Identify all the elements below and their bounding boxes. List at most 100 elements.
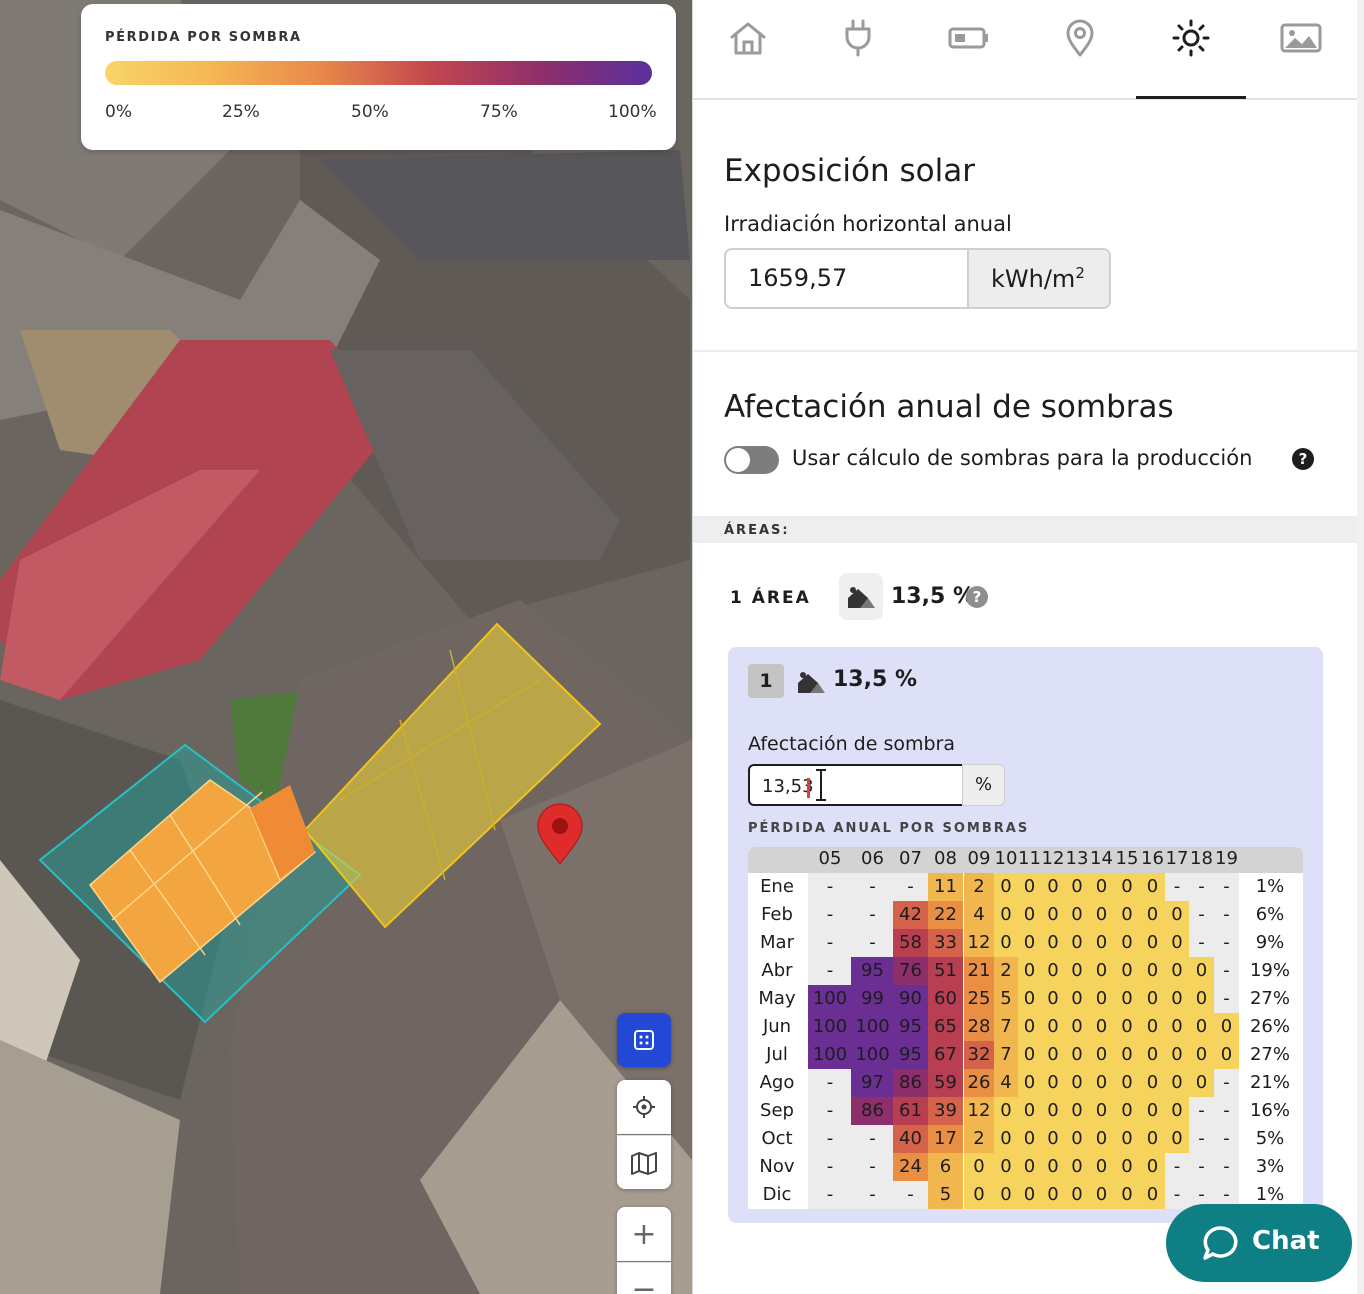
shade-value-cell: - bbox=[1165, 1153, 1189, 1181]
legend-title: PÉRDIDA POR SOMBRA bbox=[105, 30, 302, 45]
tab-image[interactable] bbox=[1246, 16, 1356, 60]
aerial-imagery bbox=[0, 0, 692, 1294]
tab-solar[interactable] bbox=[1136, 16, 1246, 60]
month-total: 26% bbox=[1249, 1016, 1290, 1037]
shade-value-cell: 0 bbox=[1018, 1041, 1041, 1069]
month-label: May bbox=[758, 988, 796, 1009]
shade-value-cell: - bbox=[893, 1181, 928, 1209]
shade-value-cell: - bbox=[1189, 929, 1214, 957]
shade-value-cell: 97 bbox=[851, 1069, 894, 1097]
shade-value-cell: 0 bbox=[1165, 1069, 1189, 1097]
chat-button[interactable]: Chat bbox=[1166, 1204, 1352, 1282]
shade-loss-legend: PÉRDIDA POR SOMBRA 0% 25% 50% 75% 100% bbox=[81, 4, 676, 150]
shade-value-cell: 100 bbox=[851, 1013, 894, 1041]
shade-value-cell: 17 bbox=[928, 1125, 963, 1153]
shade-value-cell: - bbox=[1165, 1181, 1189, 1209]
shade-value-cell: 0 bbox=[1065, 1013, 1089, 1041]
chat-label: Chat bbox=[1252, 1226, 1320, 1256]
help-icon[interactable]: ? bbox=[1292, 448, 1314, 470]
month-label: Abr bbox=[761, 960, 793, 981]
tab-location[interactable] bbox=[1025, 16, 1135, 60]
shade-value-cell: 0 bbox=[1165, 985, 1189, 1013]
location-pin-icon bbox=[1066, 19, 1094, 57]
shade-value-cell: 12 bbox=[964, 929, 994, 957]
shade-value-cell: 0 bbox=[1041, 929, 1065, 957]
shade-value-cell: 39 bbox=[928, 1097, 963, 1125]
month-total: 19% bbox=[1249, 960, 1290, 981]
shade-value-cell: 0 bbox=[1065, 1069, 1089, 1097]
shade-value-cell: 0 bbox=[1018, 985, 1041, 1013]
month-total: 21% bbox=[1249, 1072, 1290, 1093]
chat-bubble-icon bbox=[1203, 1226, 1238, 1260]
shade-value-cell: 6 bbox=[928, 1153, 963, 1181]
zoom-in-icon: + bbox=[631, 1216, 657, 1252]
month-total: 9% bbox=[1255, 932, 1285, 953]
shade-value-cell: 24 bbox=[893, 1153, 928, 1181]
shade-value-cell: 0 bbox=[1214, 1041, 1239, 1069]
shade-value-cell: 5 bbox=[928, 1181, 963, 1209]
shade-value-cell: 0 bbox=[1140, 985, 1165, 1013]
shade-value-cell: 11 bbox=[928, 873, 963, 901]
shade-value-cell: 7 bbox=[994, 1041, 1018, 1069]
shade-value-cell: 0 bbox=[1140, 1097, 1165, 1125]
shade-value-cell: 0 bbox=[1065, 1181, 1089, 1209]
shade-value-cell: 0 bbox=[1114, 1013, 1140, 1041]
area-help-icon[interactable]: ? bbox=[966, 586, 988, 608]
shade-value-cell: - bbox=[1214, 985, 1239, 1013]
tab-plug[interactable] bbox=[803, 16, 913, 60]
shade-value-cell: - bbox=[1214, 1125, 1239, 1153]
shade-value-cell: 100 bbox=[808, 1041, 852, 1069]
shade-value-cell: - bbox=[851, 929, 894, 957]
shade-value-cell: - bbox=[1189, 1097, 1214, 1125]
shade-value-cell: 0 bbox=[1140, 1181, 1165, 1209]
satellite-map[interactable]: PÉRDIDA POR SOMBRA 0% 25% 50% 75% 100% +… bbox=[0, 0, 692, 1294]
shade-value-cell: 0 bbox=[1114, 1097, 1140, 1125]
hour-header: 11 bbox=[1018, 848, 1041, 869]
panel-scrollbar[interactable] bbox=[1357, 0, 1364, 1294]
irradiation-value[interactable]: 1659,57 bbox=[748, 264, 847, 292]
shade-value-cell: - bbox=[1214, 1069, 1239, 1097]
shade-value-cell: - bbox=[1214, 901, 1239, 929]
shade-value-cell: 0 bbox=[1114, 873, 1140, 901]
area-card: 1 13,5 % Afectación de sombra 13,53 % PÉ… bbox=[728, 647, 1323, 1223]
tab-home[interactable] bbox=[693, 16, 803, 60]
shade-value-cell: 32 bbox=[964, 1041, 994, 1069]
month-label: Dic bbox=[762, 1184, 792, 1205]
toggle-knob bbox=[726, 448, 750, 472]
legend-tick: 0% bbox=[105, 102, 132, 122]
month-label: Oct bbox=[761, 1128, 793, 1149]
shade-value-cell: 0 bbox=[1189, 1069, 1214, 1097]
shaded-house-icon bbox=[848, 587, 875, 608]
zoom-out-button[interactable]: − bbox=[617, 1262, 671, 1294]
shade-value-cell: 0 bbox=[1189, 1013, 1214, 1041]
shade-value-cell: 28 bbox=[964, 1013, 994, 1041]
map-type-button[interactable] bbox=[617, 1135, 671, 1189]
shade-value-cell: 0 bbox=[1189, 957, 1214, 985]
shade-value-cell: 0 bbox=[1089, 1153, 1114, 1181]
shadow-calc-toggle[interactable] bbox=[724, 446, 779, 474]
shade-value-cell: 0 bbox=[1114, 957, 1140, 985]
locate-button[interactable] bbox=[617, 1080, 671, 1134]
shade-value-cell: 65 bbox=[928, 1013, 963, 1041]
shade-value-cell: - bbox=[1214, 1153, 1239, 1181]
shade-value-cell: 0 bbox=[1114, 1041, 1140, 1069]
tab-battery[interactable] bbox=[914, 16, 1024, 60]
month-total: 1% bbox=[1255, 876, 1285, 897]
shade-value-cell: - bbox=[808, 873, 852, 901]
shade-value-cell: 2 bbox=[964, 1125, 994, 1153]
shade-value-cell: 0 bbox=[994, 873, 1018, 901]
shade-value-cell: 0 bbox=[1018, 1097, 1041, 1125]
shade-value-cell: 0 bbox=[1041, 985, 1065, 1013]
shade-value-cell: 0 bbox=[1089, 901, 1114, 929]
irradiation-field[interactable]: 1659,57 kWh/m2 bbox=[724, 248, 1111, 309]
image-icon bbox=[1280, 23, 1322, 53]
shade-value-cell: 0 bbox=[1018, 929, 1041, 957]
shade-value-cell: - bbox=[851, 1125, 894, 1153]
zoom-in-button[interactable]: + bbox=[617, 1207, 671, 1261]
shade-value-cell: 0 bbox=[1065, 985, 1089, 1013]
grid-toggle-button[interactable] bbox=[617, 1013, 671, 1067]
shade-value-cell: 58 bbox=[893, 929, 928, 957]
month-total: 27% bbox=[1249, 1044, 1290, 1065]
shade-value-cell: 42 bbox=[893, 901, 928, 929]
shade-value-cell: 86 bbox=[851, 1097, 894, 1125]
